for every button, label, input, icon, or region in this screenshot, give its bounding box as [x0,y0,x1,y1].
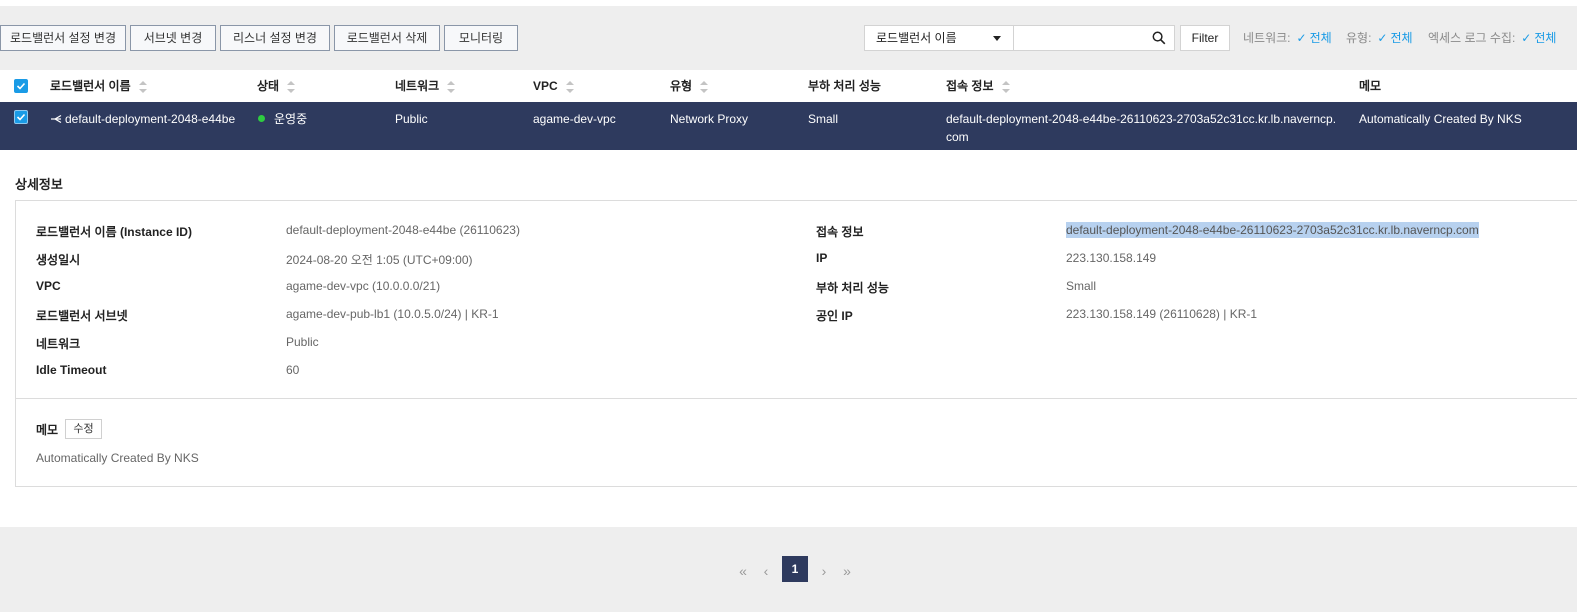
row-access-info-line1: default-deployment-2048-e44be-26110623-2… [946,112,1337,126]
row-name[interactable]: default-deployment-2048-e44be [65,112,235,126]
search-field-select-value: 로드밸런서 이름 [876,31,957,45]
detail-value-ip: 223.130.158.149 [1066,251,1157,265]
column-header-performance: 부하 처리 성능 [808,70,881,102]
filter-type-label: 유형: [1346,31,1372,45]
memo-text: Automatically Created By NKS [36,451,199,465]
detail-label-name: 로드밸런서 이름 (Instance ID) [36,225,192,239]
detail-label-network: 네트워크 [36,337,81,351]
filter-access-log-label: 엑세스 로그 수집: [1428,31,1516,45]
monitoring-button[interactable]: 모니터링 [444,25,518,51]
pagination: « ‹ 1 › » [0,527,1577,612]
row-status: 운영중 [274,112,308,126]
column-header-type[interactable]: 유형 [670,70,709,102]
detail-label-idle-timeout: Idle Timeout [36,363,107,377]
detail-value-network: Public [286,335,319,349]
first-page-icon[interactable]: « [734,559,752,583]
check-icon [16,82,26,90]
column-header-access-info-label: 접속 정보 [946,79,994,93]
detail-label-subnet: 로드밸런서 서브넷 [36,309,128,323]
toolbar: 로드밸런서 설정 변경 서브넷 변경 리스너 설정 변경 로드밸런서 삭제 모니… [0,6,1577,70]
filter-type[interactable]: 유형: ✓ 전체 [1346,25,1413,51]
check-icon: ✓ [1296,31,1307,45]
detail-value-created: 2024-08-20 오전 1:05 (UTC+09:00) [286,253,473,267]
detail-value-idle-timeout: 60 [286,363,300,377]
row-network: Public [395,112,428,126]
detail-label-access-info: 접속 정보 [816,225,864,239]
table-row[interactable]: default-deployment-2048-e44be 운영중 Public… [0,102,1577,150]
detail-divider [16,398,1577,399]
row-memo: Automatically Created By NKS [1359,112,1522,126]
filter-network-label: 네트워크: [1243,31,1291,45]
column-header-status-label: 상태 [257,79,280,93]
filter-button[interactable]: Filter [1180,25,1230,51]
caret-down-icon [993,36,1001,41]
last-page-icon[interactable]: » [838,559,856,583]
change-subnet-button[interactable]: 서브넷 변경 [130,25,216,51]
sort-icon[interactable] [1001,80,1010,93]
detail-value-access-info[interactable]: default-deployment-2048-e44be-26110623-2… [1066,222,1479,238]
row-vpc: agame-dev-vpc [533,112,616,126]
change-lb-settings-button[interactable]: 로드밸런서 설정 변경 [0,25,126,51]
detail-panel: 상세정보 로드밸런서 이름 (Instance ID) default-depl… [0,150,1577,527]
status-dot-icon [258,115,265,122]
table-header: 로드밸런서 이름 상태 네트워크 VPC 유형 부하 처리 성능 접속 정보 메… [0,70,1577,102]
filter-network[interactable]: 네트워크: ✓ 전체 [1243,25,1332,51]
check-icon: ✓ [1521,31,1532,45]
row-status-cell: 운영중 [258,110,307,128]
column-header-network-label: 네트워크 [395,79,440,93]
sort-icon[interactable] [447,80,456,93]
detail-label-vpc: VPC [36,279,61,293]
detail-label-public-ip: 공인 IP [816,309,853,323]
filter-network-value[interactable]: 전체 [1310,31,1332,45]
load-balancer-icon [51,114,62,124]
column-header-network[interactable]: 네트워크 [395,70,456,102]
column-header-memo: 메모 [1359,70,1381,102]
sort-icon[interactable] [700,80,709,93]
column-header-performance-label: 부하 처리 성능 [808,79,881,93]
next-page-icon[interactable]: › [816,559,832,583]
delete-lb-button[interactable]: 로드밸런서 삭제 [334,25,440,51]
filter-access-log[interactable]: 엑세스 로그 수집: ✓ 전체 [1428,25,1556,51]
sort-icon[interactable] [565,80,574,93]
detail-label-ip: IP [816,251,828,265]
row-name-cell[interactable]: default-deployment-2048-e44be [50,110,235,128]
sort-icon[interactable] [287,80,296,93]
detail-box: 로드밸런서 이름 (Instance ID) default-deploymen… [15,200,1577,487]
prev-page-icon[interactable]: ‹ [758,559,774,583]
detail-label-performance: 부하 처리 성능 [816,281,889,295]
detail-value-performance: Small [1066,279,1097,293]
row-access-info: default-deployment-2048-e44be-26110623-2… [946,110,1336,146]
detail-value-name: default-deployment-2048-e44be (26110623) [286,223,520,237]
change-listener-settings-button[interactable]: 리스너 설정 변경 [220,25,330,51]
column-header-type-label: 유형 [670,79,693,93]
memo-edit-button[interactable]: 수정 [65,419,102,439]
row-performance: Small [808,112,839,126]
row-checkbox[interactable] [14,110,28,124]
select-all-checkbox[interactable] [14,79,28,93]
check-icon [16,113,26,121]
column-header-memo-label: 메모 [1359,79,1382,93]
detail-title: 상세정보 [15,177,63,192]
column-header-name-label: 로드밸런서 이름 [50,79,131,93]
sort-icon[interactable] [138,80,147,93]
search-field-select[interactable]: 로드밸런서 이름 [864,25,1014,51]
column-header-status[interactable]: 상태 [257,70,296,102]
filter-access-log-value[interactable]: 전체 [1534,31,1556,45]
search-icon[interactable] [1152,31,1166,45]
search-input[interactable] [1014,25,1175,51]
detail-label-created: 생성일시 [36,253,81,267]
column-header-name[interactable]: 로드밸런서 이름 [50,70,147,102]
detail-value-public-ip: 223.130.158.149 (26110628) | KR-1 [1066,307,1258,321]
column-header-vpc-label: VPC [533,79,558,93]
detail-value-vpc: agame-dev-vpc (10.0.0.0/21) [286,279,441,293]
column-header-vpc[interactable]: VPC [533,70,574,102]
memo-label: 메모 [36,423,59,437]
row-access-info-line2: com [946,130,969,144]
filter-type-value[interactable]: 전체 [1390,31,1412,45]
check-icon: ✓ [1377,31,1388,45]
row-type: Network Proxy [670,112,749,126]
current-page-button[interactable]: 1 [782,556,808,582]
detail-value-subnet: agame-dev-pub-lb1 (10.0.5.0/24) | KR-1 [286,307,499,321]
column-header-access-info[interactable]: 접속 정보 [946,70,1010,102]
